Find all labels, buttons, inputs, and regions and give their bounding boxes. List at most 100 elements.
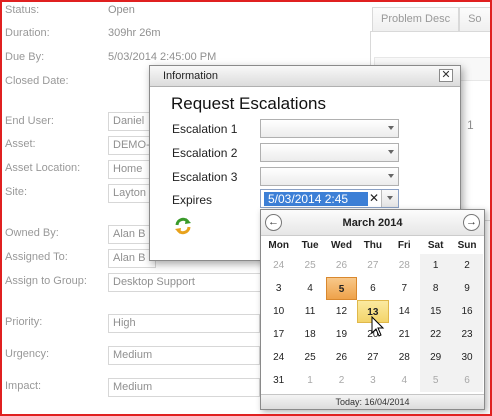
mouse-cursor-icon bbox=[371, 316, 385, 337]
editor-line-number: 1 bbox=[467, 118, 474, 132]
chevron-down-icon bbox=[387, 196, 393, 200]
next-month-button[interactable]: → bbox=[463, 214, 480, 231]
calendar-day[interactable]: 29 bbox=[419, 346, 452, 369]
chevron-down-icon bbox=[388, 126, 394, 130]
assign-to-group-field[interactable]: Desktop Support bbox=[108, 273, 268, 292]
chevron-down-icon bbox=[388, 150, 394, 154]
calendar-header: ← March 2014 → bbox=[261, 210, 484, 236]
weekday-header: Sat bbox=[427, 240, 444, 251]
assign-to-group-label: Assign to Group: bbox=[5, 275, 87, 287]
arrow-right-icon: → bbox=[466, 216, 477, 228]
status-value: Open bbox=[108, 4, 135, 16]
assigned-to-label: Assigned To: bbox=[5, 251, 68, 263]
calendar-day[interactable]: 25 bbox=[294, 254, 325, 277]
calendar-day[interactable]: 9 bbox=[451, 277, 483, 300]
dialog-heading: Request Escalations bbox=[171, 94, 326, 113]
calendar-day[interactable]: 23 bbox=[451, 323, 483, 346]
owned-by-label: Owned By: bbox=[5, 227, 59, 239]
dialog-titlebar: Information ✕ bbox=[150, 66, 460, 87]
weekday-header: Mon bbox=[268, 240, 289, 251]
priority-select[interactable]: High bbox=[108, 314, 260, 333]
calendar-day[interactable]: 16 bbox=[451, 300, 483, 323]
calendar-day[interactable]: 11 bbox=[294, 300, 325, 323]
calendar-day[interactable]: 26 bbox=[326, 254, 357, 277]
site-label: Site: bbox=[5, 186, 28, 198]
calendar-day[interactable]: 31 bbox=[263, 369, 294, 392]
escalation-3-select[interactable] bbox=[260, 167, 399, 186]
impact-label: Impact: bbox=[5, 380, 42, 392]
escalation-3-label: Escalation 3 bbox=[172, 170, 238, 184]
calendar-day[interactable]: 18 bbox=[294, 323, 325, 346]
calendar-day[interactable]: 3 bbox=[263, 277, 294, 300]
calendar-day[interactable]: 17 bbox=[263, 323, 294, 346]
calendar-day[interactable]: 1 bbox=[294, 369, 325, 392]
calendar-day[interactable]: 7 bbox=[389, 277, 420, 300]
impact-select[interactable]: Medium bbox=[108, 378, 260, 397]
expires-dropdown-button[interactable] bbox=[381, 190, 398, 207]
calendar-day[interactable]: 8 bbox=[419, 277, 452, 300]
priority-value: High bbox=[113, 317, 136, 329]
tab-problem-desc[interactable]: Problem Desc bbox=[372, 7, 460, 31]
urgency-value: Medium bbox=[113, 349, 153, 361]
calendar-day[interactable]: 3 bbox=[357, 369, 388, 392]
duration-value: 309hr 26m bbox=[108, 27, 161, 39]
close-icon: ✕ bbox=[441, 69, 451, 81]
calendar-day[interactable]: 26 bbox=[326, 346, 357, 369]
date-picker-calendar: ← March 2014 → Mon Tue Wed Thu Fri Sat Sun 24 2… bbox=[260, 209, 485, 410]
end-user-label: End User: bbox=[5, 115, 54, 127]
calendar-month-title[interactable]: March 2014 bbox=[261, 217, 484, 229]
calendar-day[interactable]: 5 bbox=[419, 369, 452, 392]
calendar-day[interactable]: 14 bbox=[389, 300, 420, 323]
calendar-day[interactable]: 19 bbox=[326, 323, 357, 346]
status-label: Status: bbox=[5, 4, 40, 16]
calendar-day[interactable]: 10 bbox=[263, 300, 294, 323]
calendar-grid: Mon Tue Wed Thu Fri Sat Sun 24 25 26 27 28 1 2 3 4 5 6 7 8… bbox=[263, 237, 483, 392]
calendar-weekday-header: Mon Tue Wed Thu Fri Sat Sun bbox=[263, 237, 483, 254]
calendar-day[interactable]: 27 bbox=[357, 346, 388, 369]
expires-value[interactable]: 5/03/2014 2:45 bbox=[264, 192, 368, 206]
weekday-header: Fri bbox=[397, 240, 411, 251]
expires-label: Expires bbox=[172, 193, 213, 207]
dialog-title: Information bbox=[163, 70, 219, 82]
calendar-day[interactable]: 4 bbox=[294, 277, 325, 300]
calendar-day[interactable]: 24 bbox=[263, 254, 294, 277]
escalation-2-select[interactable] bbox=[260, 143, 399, 162]
weekday-header: Wed bbox=[331, 240, 352, 251]
calendar-day[interactable]: 24 bbox=[263, 346, 294, 369]
calendar-day[interactable]: 27 bbox=[357, 254, 388, 277]
calendar-day[interactable]: 12 bbox=[326, 300, 357, 323]
calendar-week-row: 24 25 26 27 28 1 2 bbox=[263, 254, 483, 277]
clear-icon[interactable]: ✕ bbox=[369, 191, 379, 205]
due-by-label: Due By: bbox=[5, 51, 45, 63]
closed-date-label: Closed Date: bbox=[5, 75, 69, 87]
expires-datetime-input[interactable]: 5/03/2014 2:45 ✕ bbox=[260, 189, 399, 208]
calendar-day[interactable]: 25 bbox=[294, 346, 325, 369]
tab-solution[interactable]: So bbox=[459, 7, 491, 31]
calendar-day[interactable]: 6 bbox=[451, 369, 483, 392]
calendar-day[interactable]: 28 bbox=[389, 346, 420, 369]
calendar-day[interactable]: 28 bbox=[389, 254, 420, 277]
urgency-select[interactable]: Medium bbox=[108, 346, 260, 365]
calendar-day[interactable]: 5 bbox=[325, 277, 358, 300]
calendar-day[interactable]: 4 bbox=[389, 369, 420, 392]
calendar-day[interactable]: 1 bbox=[419, 254, 452, 277]
calendar-day[interactable]: 2 bbox=[451, 254, 483, 277]
calendar-day[interactable]: 15 bbox=[419, 300, 452, 323]
calendar-day[interactable]: 30 bbox=[451, 346, 483, 369]
escalation-1-select[interactable] bbox=[260, 119, 399, 138]
calendar-day[interactable]: 22 bbox=[419, 323, 452, 346]
due-by-value: 5/03/2014 2:45:00 PM bbox=[108, 51, 217, 63]
urgency-label: Urgency: bbox=[5, 348, 50, 360]
chevron-down-icon bbox=[388, 174, 394, 178]
calendar-week-row: 24 25 26 27 28 29 30 bbox=[263, 346, 483, 369]
calendar-day[interactable]: 2 bbox=[326, 369, 357, 392]
close-button[interactable]: ✕ bbox=[439, 69, 453, 82]
asset-location-label: Asset Location: bbox=[5, 162, 81, 174]
weekday-header: Tue bbox=[301, 240, 319, 251]
calendar-day[interactable]: 6 bbox=[357, 277, 388, 300]
weekday-header: Sun bbox=[457, 240, 477, 251]
weekday-header: Thu bbox=[363, 240, 383, 251]
calendar-day[interactable]: 21 bbox=[389, 323, 420, 346]
calendar-today-link[interactable]: Today: 16/04/2014 bbox=[261, 394, 484, 409]
refresh-icon[interactable] bbox=[173, 216, 193, 236]
